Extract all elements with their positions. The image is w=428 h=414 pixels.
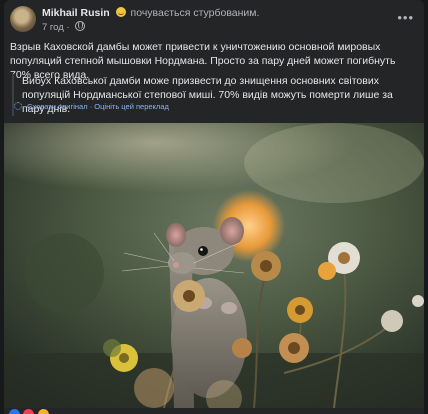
- haha-icon: [36, 408, 50, 414]
- post-header: Mikhail Rusin почувається стурбованим. 7…: [10, 6, 418, 36]
- globe-icon[interactable]: [75, 21, 86, 31]
- translation-controls: Сховати оригінал · Оцініть цей переклад: [14, 102, 169, 111]
- feeling-text: почувається стурбованим.: [130, 7, 260, 19]
- reaction-icons[interactable]: [8, 408, 50, 414]
- separator-dot: ·: [66, 22, 70, 33]
- post-meta: Mikhail Rusin почувається стурбованим. 7…: [42, 7, 259, 34]
- love-icon: [22, 408, 36, 414]
- translation-separator: ·: [89, 102, 93, 111]
- author-name[interactable]: Mikhail Rusin: [42, 7, 110, 19]
- gear-icon: [14, 102, 22, 110]
- post-photo[interactable]: [4, 123, 424, 408]
- more-options-icon[interactable]: •••: [397, 10, 414, 25]
- rate-translation-link[interactable]: Оцініть цей переклад: [94, 102, 169, 111]
- post-time[interactable]: 7 год: [42, 22, 64, 33]
- hide-original-link[interactable]: Сховати оригінал: [27, 102, 88, 111]
- mouse-photo-image: [4, 123, 424, 408]
- author-avatar[interactable]: [10, 6, 36, 32]
- like-icon: [8, 408, 21, 414]
- post-card: Mikhail Rusin почувається стурбованим. 7…: [4, 0, 424, 414]
- post-subline: 7 год ·: [42, 21, 259, 34]
- worried-face-icon: [115, 7, 126, 17]
